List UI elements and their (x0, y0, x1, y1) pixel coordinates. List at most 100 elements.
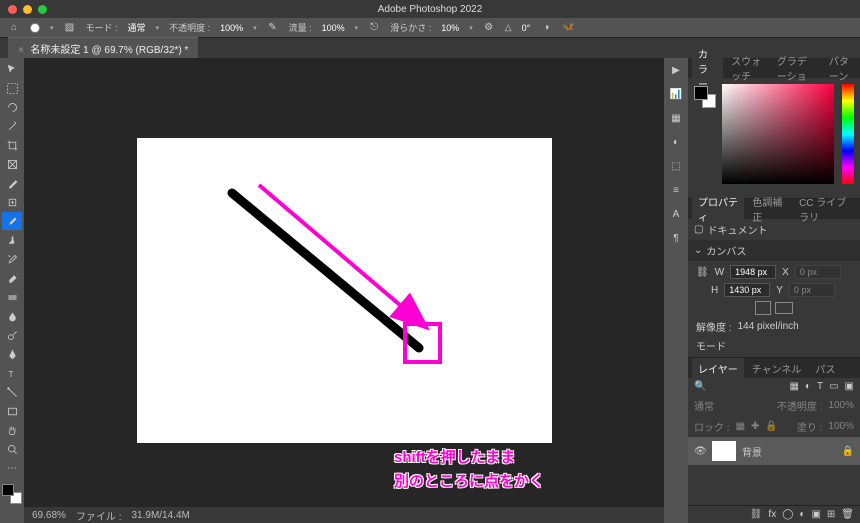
type-tool[interactable]: T (2, 364, 22, 382)
filter-type-icon[interactable]: T (817, 381, 823, 392)
close-tab-icon[interactable]: × (18, 45, 24, 56)
align-icon[interactable]: ≡ (668, 182, 684, 198)
flow-value[interactable]: 100% (322, 23, 345, 33)
foreground-color-swatch[interactable] (2, 484, 14, 496)
home-icon[interactable]: ⌂ (8, 22, 20, 34)
link-icon[interactable]: ⛓ (696, 267, 709, 278)
fill-value[interactable]: 100% (828, 421, 854, 432)
edit-toolbar-icon[interactable]: ⋯ (2, 459, 22, 477)
document-tab[interactable]: × 名称未設定 1 @ 69.7% (RGB/32*) * (8, 37, 198, 59)
height-input[interactable]: 1430 px (724, 283, 770, 297)
navigator-icon[interactable]: ▦ (668, 110, 684, 126)
canvas-section-header[interactable]: ⌄ カンバス (688, 240, 860, 261)
pressure-opacity-icon[interactable]: ✎ (267, 22, 279, 34)
smooth-value[interactable]: 10% (441, 23, 459, 33)
zoom-level[interactable]: 69.68% (32, 510, 66, 521)
landscape-icon[interactable] (775, 302, 793, 314)
filter-adjust-icon[interactable]: ◐ (805, 381, 811, 392)
pressure-size-icon[interactable]: ◑ (540, 22, 552, 34)
resolution-value[interactable]: 144 pixel/inch (738, 321, 799, 332)
fg-color-swatch[interactable] (694, 86, 708, 100)
wand-tool[interactable] (2, 117, 22, 135)
mode-value[interactable]: 通常 (128, 21, 146, 34)
path-tool[interactable] (2, 383, 22, 401)
hue-slider[interactable] (842, 84, 854, 184)
group-icon[interactable]: ▣ (811, 509, 820, 520)
eraser-tool[interactable] (2, 269, 22, 287)
opacity-value[interactable]: 100% (220, 23, 243, 33)
crop-tool[interactable] (2, 136, 22, 154)
new-layer-icon[interactable]: ⊞ (827, 509, 835, 520)
tab-channels[interactable]: チャンネル (746, 358, 808, 379)
visibility-icon[interactable]: 👁 (694, 446, 706, 457)
color-swatches[interactable] (2, 484, 22, 504)
x-input[interactable]: 0 px (795, 265, 841, 279)
filter-shape-icon[interactable]: ▭ (829, 381, 838, 392)
tab-layers[interactable]: レイヤー (692, 358, 744, 379)
saturation-value-field[interactable] (722, 84, 834, 184)
blend-mode[interactable]: 通常 (694, 398, 714, 413)
smooth-options-icon[interactable]: ⚙ (483, 22, 495, 34)
tab-paths[interactable]: パス (809, 358, 841, 379)
lock-all-icon[interactable]: 🔒 (765, 421, 777, 432)
delete-layer-icon[interactable]: 🗑 (841, 509, 854, 520)
patch-tool[interactable] (2, 193, 22, 211)
portrait-icon[interactable] (755, 301, 771, 315)
pen-tool[interactable] (2, 345, 22, 363)
rectangle-tool[interactable] (2, 402, 22, 420)
layer-opacity-value[interactable]: 100% (828, 400, 854, 411)
canvas-area[interactable]: shiftを押したまま 別のところに点をかく 69.68% ファイル : 31.… (24, 58, 664, 523)
filter-icon[interactable]: 🔍 (694, 381, 706, 392)
history-brush-tool[interactable] (2, 250, 22, 268)
brush-preview[interactable] (30, 23, 40, 33)
annotation-text-1: shiftを押したまま (394, 446, 515, 467)
chevron-down-icon[interactable]: ▾ (253, 24, 257, 32)
frame-tool[interactable] (2, 155, 22, 173)
angle-value[interactable]: 0° (522, 23, 531, 33)
y-input[interactable]: 0 px (789, 283, 835, 297)
close-window-button[interactable] (8, 5, 17, 14)
styles-icon[interactable]: ⬚ (668, 158, 684, 174)
filter-pixel-icon[interactable]: ▦ (789, 381, 798, 392)
move-tool[interactable] (2, 60, 22, 78)
airbrush-icon[interactable]: ⎋ (368, 22, 380, 34)
eyedropper-tool[interactable] (2, 174, 22, 192)
lock-icon[interactable]: 🔒 (842, 446, 854, 457)
layer-row[interactable]: 👁 背景 🔒 (688, 437, 860, 465)
brush-panel-icon[interactable]: ▨ (64, 22, 76, 34)
dodge-tool[interactable] (2, 326, 22, 344)
color-picker[interactable] (688, 78, 860, 198)
fx-icon[interactable]: fx (768, 509, 776, 520)
width-input[interactable]: 1948 px (730, 265, 776, 279)
adjustment-layer-icon[interactable]: ◐ (799, 509, 805, 520)
chevron-down-icon[interactable]: ▾ (156, 24, 160, 32)
lock-position-icon[interactable]: ✚ (751, 421, 759, 432)
filter-smart-icon[interactable]: ▣ (845, 381, 854, 392)
zoom-tool[interactable] (2, 440, 22, 458)
character-icon[interactable]: A (668, 206, 684, 222)
minimize-window-button[interactable] (23, 5, 32, 14)
blur-tool[interactable] (2, 307, 22, 325)
stamp-tool[interactable] (2, 231, 22, 249)
adjustments-icon[interactable]: ◐ (668, 134, 684, 150)
layer-thumbnail[interactable] (712, 441, 736, 461)
brush-dropdown-icon[interactable]: ▾ (50, 24, 54, 32)
document-canvas[interactable] (137, 138, 552, 443)
link-layers-icon[interactable]: ⛓ (750, 509, 763, 520)
marquee-tool[interactable] (2, 79, 22, 97)
lasso-tool[interactable] (2, 98, 22, 116)
chevron-down-icon[interactable]: ▾ (469, 24, 473, 32)
gradient-tool[interactable] (2, 288, 22, 306)
maximize-window-button[interactable] (38, 5, 47, 14)
brush-tool[interactable] (2, 212, 22, 230)
lock-pixels-icon[interactable]: ▦ (736, 421, 745, 432)
layer-name[interactable]: 背景 (742, 444, 762, 459)
expand-arrow-icon[interactable]: ▶ (668, 62, 684, 78)
symmetry-icon[interactable]: 🦋 (562, 22, 574, 34)
mask-icon[interactable]: ◯ (782, 509, 793, 520)
paragraph-icon[interactable]: ¶ (668, 230, 684, 246)
chevron-down-icon[interactable]: ▾ (355, 24, 359, 32)
hand-tool[interactable] (2, 421, 22, 439)
properties-tabs: プロパティ 色調補正 CC ライブラリ (688, 199, 860, 219)
histogram-icon[interactable]: 📊 (668, 86, 684, 102)
